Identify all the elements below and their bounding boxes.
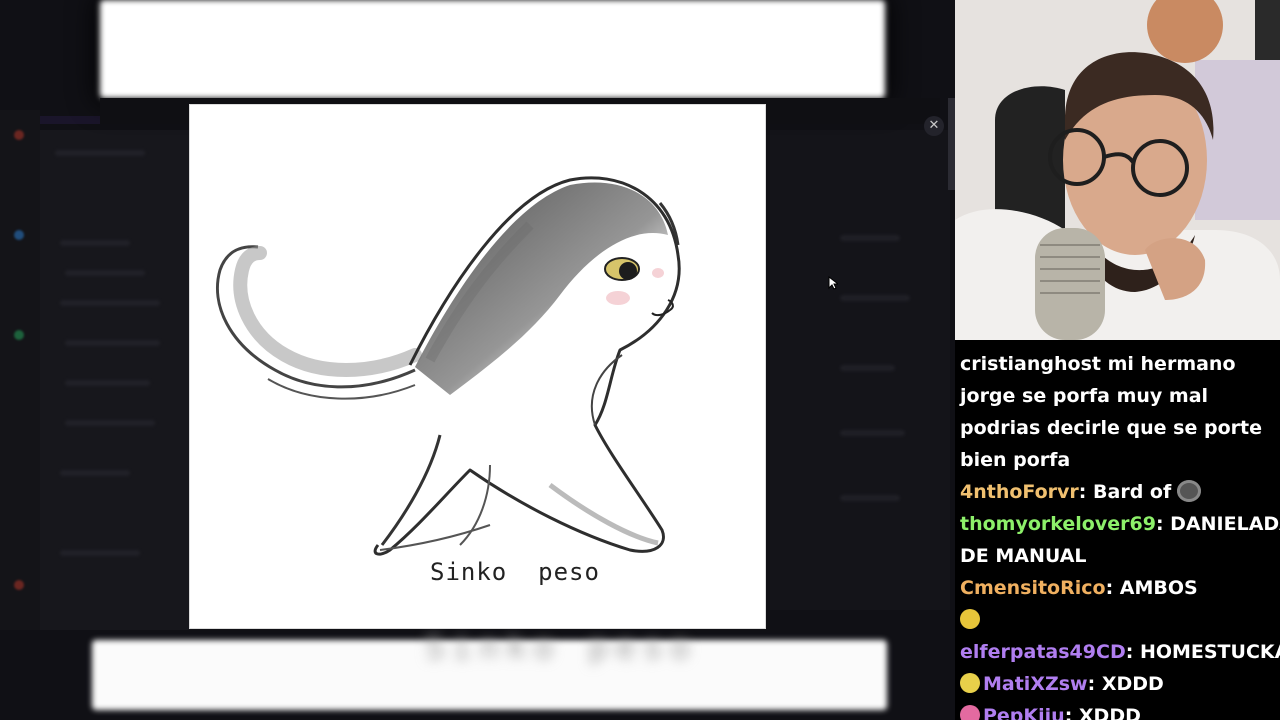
- blurred-line: [65, 380, 150, 386]
- blurred-server-icon: [14, 130, 24, 140]
- chat-username[interactable]: PepKiiu: [983, 705, 1065, 720]
- sunglasses-badge-icon[interactable]: [960, 609, 980, 629]
- chat-message-text: AMBOS: [1119, 577, 1198, 599]
- chat-message-text: XDDD: [1078, 705, 1141, 720]
- stream-chat: cristianghost mi hermano jorge se porfa …: [955, 340, 1280, 720]
- blurred-line: [60, 470, 130, 476]
- chat-separator: [1101, 353, 1108, 375]
- blurred-line: [65, 420, 155, 426]
- chat-message: PepKiiu: XDDD: [960, 700, 1276, 720]
- chat-separator: :: [1155, 513, 1171, 535]
- chat-message: cristianghost mi hermano jorge se porfa …: [960, 348, 1276, 476]
- blurred-line: [60, 300, 160, 306]
- blurred-line: [65, 340, 160, 346]
- gem-badge-icon[interactable]: [960, 705, 980, 720]
- chat-message-list: cristianghost mi hermano jorge se porfa …: [960, 348, 1280, 720]
- blurred-line: [840, 235, 900, 241]
- chat-username[interactable]: thomyorkelover69: [960, 513, 1156, 535]
- server-sidebar-blurred: [0, 110, 40, 630]
- chat-message: thomyorkelover69: DANIELADA DE MANUAL: [960, 508, 1280, 572]
- chat-username[interactable]: 4nthoForvr: [960, 481, 1079, 503]
- blurred-server-icon: [14, 230, 24, 240]
- chat-username[interactable]: cristianghost: [960, 353, 1101, 375]
- blurred-line: [840, 430, 905, 436]
- mouse-cursor-icon: [828, 276, 838, 290]
- blurred-caption-echo: Sinko peso: [425, 628, 698, 666]
- blurred-line: [55, 150, 145, 156]
- chat-message: 4nthoForvr: Bard of: [960, 476, 1276, 508]
- chat-message-text: Bard of: [1093, 481, 1172, 503]
- chat-message: elferpatas49CD: HOMESTUCKAZO: [960, 604, 1280, 668]
- chat-username[interactable]: MatiXZsw: [983, 673, 1088, 695]
- chat-separator: :: [1064, 705, 1079, 720]
- cat-sketch: [215, 176, 681, 556]
- viewer-scroll-edge[interactable]: [948, 98, 955, 190]
- chat-message: MatiXZsw: XDDD: [960, 668, 1276, 700]
- blurred-image-top: [100, 0, 885, 98]
- chat-separator: :: [1078, 481, 1094, 503]
- bell-badge-icon[interactable]: [960, 673, 980, 693]
- chat-username[interactable]: elferpatas49CD: [960, 641, 1126, 663]
- chat-separator: :: [1105, 577, 1120, 599]
- chat-separator: :: [1087, 673, 1102, 695]
- chat-message-text: HOMESTUCKAZO: [1139, 641, 1280, 663]
- chat-message-text: XDDD: [1101, 673, 1164, 695]
- blurred-line: [65, 270, 145, 276]
- cat-drawing-image: Sinko peso: [190, 105, 765, 628]
- chat-separator: :: [1125, 641, 1140, 663]
- bard-emote-icon: [1177, 480, 1202, 502]
- blurred-line: [840, 495, 900, 501]
- streamer-webcam-image: [955, 0, 1280, 340]
- blurred-server-icon: [14, 580, 24, 590]
- chat-message: CmensitoRico: AMBOS: [960, 572, 1276, 604]
- close-viewer-button[interactable]: ✕: [924, 116, 944, 136]
- blurred-line: [840, 295, 910, 301]
- drawing-caption: Sinko peso: [430, 558, 600, 586]
- chat-username[interactable]: CmensitoRico: [960, 577, 1106, 599]
- blurred-line: [60, 240, 130, 246]
- screen-share-stage: Sinko peso ✕ Sinko peso: [0, 0, 955, 720]
- blurred-line: [60, 550, 140, 556]
- blurred-server-icon: [14, 330, 24, 340]
- blurred-line: [840, 365, 895, 371]
- webcam-feed: [955, 0, 1280, 340]
